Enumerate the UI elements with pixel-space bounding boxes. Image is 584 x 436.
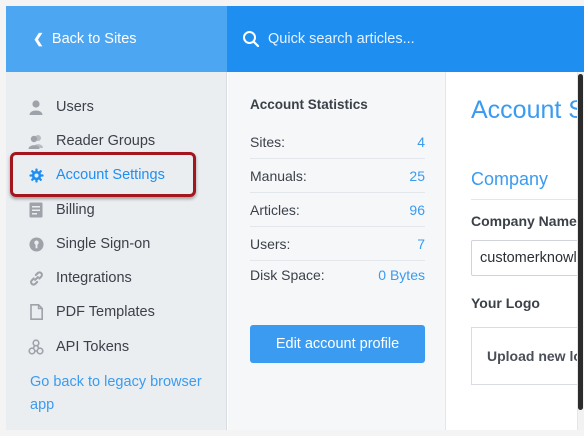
stat-label: Disk Space: bbox=[250, 267, 325, 283]
sidebar-item-label: Reader Groups bbox=[56, 133, 156, 149]
stat-row-sites: Sites: 4 bbox=[250, 125, 425, 159]
upload-logo-button[interactable]: Upload new lo bbox=[471, 327, 577, 385]
key-icon bbox=[28, 236, 44, 252]
logo-label: Your Logo bbox=[471, 295, 540, 311]
sidebar-item-label: Integrations bbox=[56, 270, 132, 286]
screenshot-bottom-edge bbox=[0, 430, 584, 436]
stat-label: Users: bbox=[250, 235, 291, 252]
sidebar-item-integrations[interactable]: Integrations bbox=[6, 264, 227, 292]
company-name-field[interactable] bbox=[471, 240, 577, 276]
sidebar-item-reader-groups[interactable]: Reader Groups bbox=[6, 127, 227, 155]
sidebar-item-api-tokens[interactable]: API Tokens bbox=[6, 333, 227, 361]
sidebar-item-label: Single Sign-on bbox=[56, 236, 151, 252]
top-bar: ❮ Back to Sites bbox=[0, 0, 584, 72]
stat-value: 0 Bytes bbox=[378, 267, 425, 283]
sidebar-item-label: PDF Templates bbox=[56, 304, 155, 320]
sidebar-item-label: Billing bbox=[56, 202, 95, 218]
sidebar-item-single-sign-on[interactable]: Single Sign-on bbox=[6, 230, 227, 258]
search-bar bbox=[227, 6, 584, 72]
stat-label: Sites: bbox=[250, 133, 286, 150]
document-icon bbox=[28, 304, 44, 320]
scrollbar-thumb[interactable] bbox=[578, 74, 583, 410]
chevron-left-icon: ❮ bbox=[33, 31, 44, 46]
legacy-browser-link[interactable]: Go back to legacy browser app bbox=[30, 371, 220, 417]
company-name-label: Company Name bbox=[471, 213, 577, 229]
stat-label: Manuals: bbox=[250, 167, 307, 184]
search-icon bbox=[243, 31, 260, 48]
edit-account-profile-button[interactable]: Edit account profile bbox=[250, 325, 425, 363]
stat-value: 7 bbox=[417, 235, 425, 252]
api-icon bbox=[28, 339, 44, 355]
sidebar-item-account-settings[interactable]: Account Settings bbox=[6, 161, 227, 189]
gear-icon bbox=[28, 167, 44, 183]
group-icon bbox=[28, 133, 44, 149]
main-content: Account S Company Company Name Your Logo… bbox=[447, 72, 577, 430]
sidebar-item-label: Account Settings bbox=[56, 167, 165, 183]
section-heading-company: Company bbox=[471, 169, 549, 189]
sidebar: Users Reader Groups Account Settings Bil… bbox=[6, 72, 227, 430]
link-icon bbox=[28, 270, 44, 286]
stats-title: Account Statistics bbox=[250, 97, 368, 112]
stat-row-articles: Articles: 96 bbox=[250, 193, 425, 227]
account-statistics-panel: Account Statistics Sites: 4 Manuals: 25 … bbox=[228, 72, 446, 430]
sidebar-item-pdf-templates[interactable]: PDF Templates bbox=[6, 298, 227, 326]
sidebar-item-billing[interactable]: Billing bbox=[6, 196, 227, 224]
user-icon bbox=[28, 99, 44, 115]
stat-value: 25 bbox=[409, 167, 425, 184]
stat-row-manuals: Manuals: 25 bbox=[250, 159, 425, 193]
back-to-sites-label: Back to Sites bbox=[51, 31, 137, 47]
back-to-sites-button[interactable]: ❮ Back to Sites bbox=[6, 6, 227, 72]
section-divider bbox=[471, 199, 577, 200]
stat-value: 96 bbox=[409, 201, 425, 218]
stat-value: 4 bbox=[417, 133, 425, 150]
page-title: Account S bbox=[471, 96, 577, 124]
stat-row-users: Users: 7 bbox=[250, 227, 425, 261]
billing-icon bbox=[28, 202, 44, 218]
search-input[interactable] bbox=[268, 31, 568, 47]
stat-label: Articles: bbox=[250, 201, 300, 218]
sidebar-item-users[interactable]: Users bbox=[6, 93, 227, 121]
stat-row-disk-space: Disk Space: 0 Bytes bbox=[250, 258, 425, 292]
sidebar-item-label: Users bbox=[56, 99, 94, 115]
sidebar-item-label: API Tokens bbox=[56, 339, 130, 355]
